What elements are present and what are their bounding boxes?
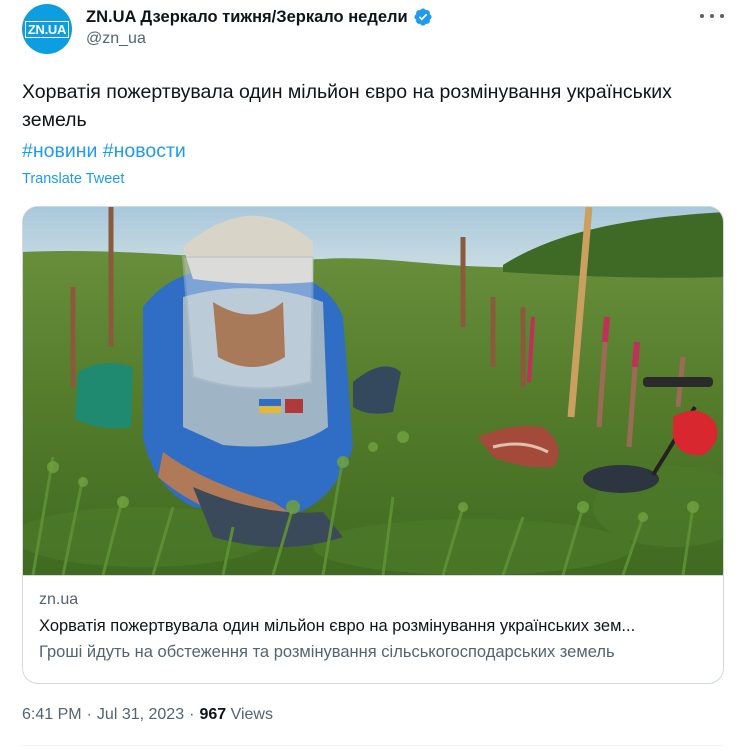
avatar-logo-text: ZN.UA <box>24 20 70 38</box>
divider <box>22 745 724 746</box>
hashtag-link[interactable]: #новости <box>103 140 186 162</box>
verified-badge-icon[interactable] <box>413 7 433 27</box>
card-description: Гроші йдуть на обстеження та розмінуванн… <box>39 643 615 661</box>
handle[interactable]: @zn_ua <box>86 30 433 48</box>
views-label: Views <box>230 706 273 723</box>
meta-separator: · <box>189 706 195 723</box>
tweet: ZN.UA ZN.UA Дзеркало тижня/Зеркало недел… <box>0 0 752 750</box>
deminer-field-photo <box>23 207 723 575</box>
views-count: 967 <box>199 706 227 723</box>
dot <box>720 14 724 18</box>
tweet-text: Хорватія пожертвувала один мільйон євро … <box>22 81 672 131</box>
more-options-icon[interactable] <box>700 6 724 26</box>
hashtag-link[interactable]: #новини <box>22 140 97 162</box>
card-image[interactable] <box>23 207 723 575</box>
card-info[interactable]: zn.ua Хорватія пожертвувала один мільйон… <box>23 575 723 683</box>
tweet-date[interactable]: Jul 31, 2023 <box>97 706 184 723</box>
tweet-time[interactable]: 6:41 PM <box>22 706 82 723</box>
meta-separator: · <box>86 706 92 723</box>
dot <box>710 14 714 18</box>
display-name[interactable]: ZN.UA Дзеркало тижня/Зеркало недели <box>86 8 408 27</box>
translate-tweet-link[interactable]: Translate Tweet <box>22 171 124 187</box>
author-block: ZN.UA Дзеркало тижня/Зеркало недели @zn_… <box>86 6 433 48</box>
tweet-meta: 6:41 PM · Jul 31, 2023 · 967 Views <box>22 706 273 724</box>
card-title: Хорватія пожертвувала один мільйон євро … <box>39 617 636 635</box>
hashtags: #новини #новости <box>22 137 186 165</box>
name-row: ZN.UA Дзеркало тижня/Зеркало недели <box>86 6 433 28</box>
avatar[interactable]: ZN.UA <box>22 4 72 54</box>
card-domain: zn.ua <box>39 591 79 608</box>
dot <box>700 14 704 18</box>
link-preview-card[interactable]: zn.ua Хорватія пожертвувала один мільйон… <box>22 206 724 684</box>
